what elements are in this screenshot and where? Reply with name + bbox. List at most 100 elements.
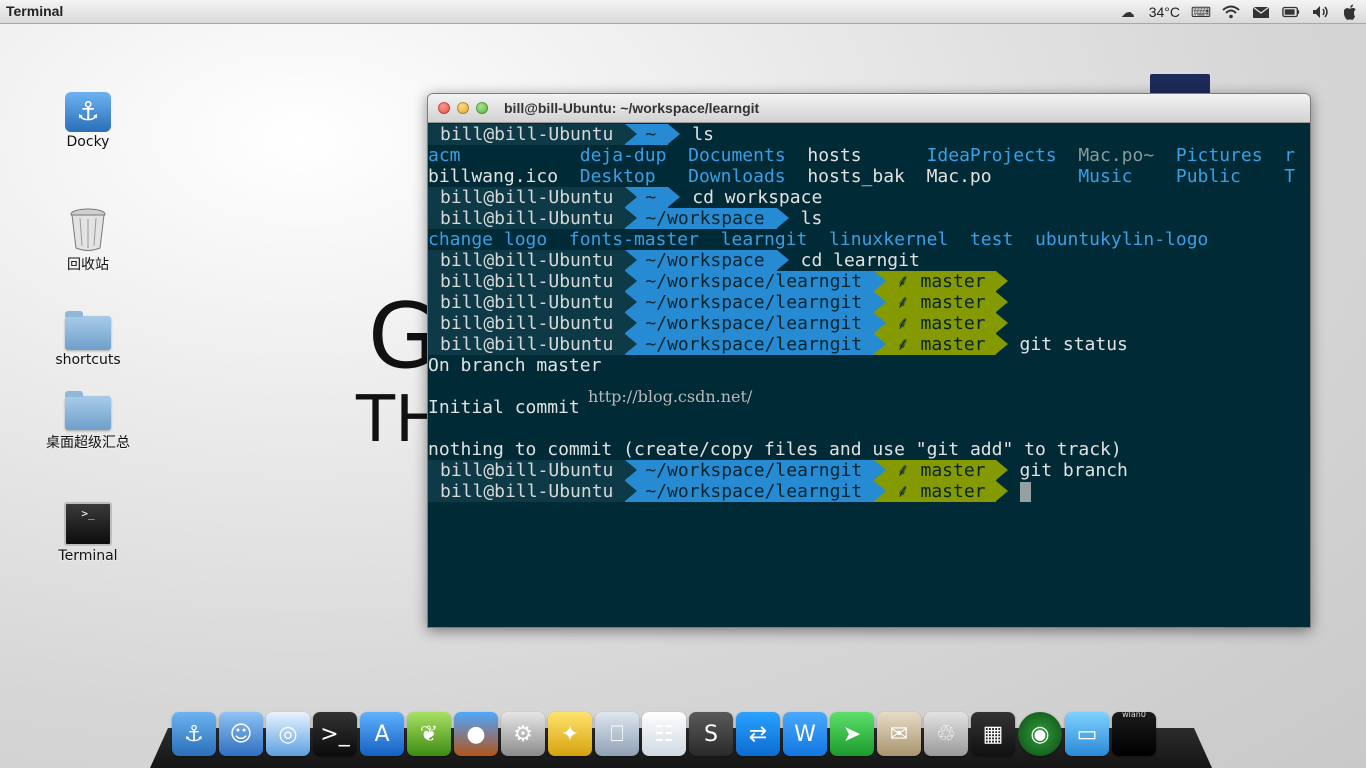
desktop-icon-label: 回收站 — [67, 257, 109, 273]
prompt-dir: ~ — [625, 187, 681, 208]
prompt-user: bill@bill-Ubuntu — [428, 250, 626, 271]
branch-icon: ⸙ — [896, 313, 921, 334]
terminal-icon: >_ — [64, 502, 112, 546]
desktop-icon-summary-folder[interactable]: 桌面超级汇总 — [38, 391, 138, 452]
wifi-icon[interactable] — [1222, 5, 1240, 19]
minimize-button[interactable] — [457, 102, 469, 114]
desktop-icon-label: Terminal — [58, 548, 118, 564]
maximize-button[interactable] — [476, 102, 488, 114]
command-text: cd learngit — [800, 250, 920, 271]
dock-app-store-icon[interactable]: A — [360, 712, 404, 756]
mail-icon[interactable] — [1252, 5, 1270, 19]
output-text: change logo fonts-master learngit linuxk… — [428, 229, 1209, 250]
branch-icon: ⸙ — [896, 334, 921, 355]
prompt-user: bill@bill-Ubuntu — [428, 313, 626, 334]
prompt-git-branch: ⸙ master — [874, 313, 1008, 334]
desktop-icon-terminal[interactable]: >_ Terminal — [38, 502, 138, 564]
prompt-user: bill@bill-Ubuntu — [428, 334, 626, 355]
command-text: git status — [1019, 334, 1128, 355]
dock-terminal-icon[interactable]: >_ — [313, 712, 357, 756]
dock-leaf-icon[interactable]: ❦ — [407, 712, 451, 756]
branch-name: master — [920, 292, 986, 313]
keyboard-icon[interactable]: ⌨ — [1191, 4, 1211, 20]
prompt-user: bill@bill-Ubuntu — [428, 460, 626, 481]
terminal-line: change logo fonts-master learngit linuxk… — [428, 229, 1310, 250]
terminal-line: Initial commit — [428, 397, 1310, 418]
branch-icon: ⸙ — [896, 481, 921, 502]
cursor — [1019, 481, 1031, 502]
dock-finder-icon[interactable]: ☺ — [219, 712, 263, 756]
branch-name: master — [920, 313, 986, 334]
dock-teamviewer-icon[interactable]: ⇄ — [736, 712, 780, 756]
prompt-dir: ~/workspace/learngit — [625, 292, 875, 313]
command-text: cd workspace — [692, 187, 823, 208]
output-text: Initial commit — [428, 397, 580, 418]
branch-name: master — [920, 271, 986, 292]
dock-trash-icon[interactable]: ♲ — [924, 712, 968, 756]
apple-icon[interactable] — [1342, 4, 1360, 20]
terminal-output[interactable]: bill@bill-Ubuntu ~ ls acm deja-dup Document… — [428, 123, 1310, 627]
terminal-line: bill@bill-Ubuntu ~ cd workspace — [428, 187, 1310, 208]
dock-package-icon[interactable]: ✉ — [877, 712, 921, 756]
prompt-git-branch: ⸙ master — [874, 292, 1008, 313]
prompt-git-branch: ⸙ master — [874, 334, 1008, 355]
desktop-icon-docky[interactable]: ⚓ Docky — [38, 92, 138, 150]
output-text: billwang.ico Desktop Downloads hosts_bak… — [428, 166, 1296, 187]
dock-window-icon[interactable]: ▭ — [1065, 712, 1109, 756]
prompt-git-branch: ⸙ master — [874, 271, 1008, 292]
volume-icon[interactable] — [1312, 5, 1330, 19]
dock-document-icon[interactable]: ☷ — [642, 712, 686, 756]
terminal-window[interactable]: bill@bill-Ubuntu: ~/workspace/learngit b… — [427, 93, 1311, 628]
terminal-line: bill@bill-Ubuntu ~/workspace cd learngit — [428, 250, 1310, 271]
active-app-name[interactable]: Terminal — [6, 3, 63, 19]
prompt-user: bill@bill-Ubuntu — [428, 208, 626, 229]
dock-workspace-icon[interactable]: ▦ — [971, 712, 1015, 756]
dock-safari-icon[interactable]: ◎ — [266, 712, 310, 756]
dock-items: ⚓ ☺ ◎ >_ A ❦ ● ⚙ ✦ ⎕ ☷ S ⇄ W ➤ ✉ ♲ ▦ ◉ ▭ wlan0 — [172, 710, 1156, 756]
terminal-line: bill@bill-Ubuntu ~/workspace/learngit ⸙ ma… — [428, 460, 1310, 481]
trash-icon — [68, 206, 108, 252]
terminal-line: bill@bill-Ubuntu ~/workspace/learngit ⸙ ma… — [428, 481, 1310, 502]
prompt-user: bill@bill-Ubuntu — [428, 292, 626, 313]
weather-icon[interactable]: ☁ — [1119, 4, 1137, 20]
dock-computer-icon[interactable]: ⎕ — [595, 712, 639, 756]
command-text: git branch — [1019, 460, 1128, 481]
dock: ⚓ ☺ ◎ >_ A ❦ ● ⚙ ✦ ⎕ ☷ S ⇄ W ➤ ✉ ♲ ▦ ◉ ▭ wlan0 — [150, 710, 1212, 768]
dock-puzzle-icon[interactable]: ✦ — [548, 712, 592, 756]
prompt-user: bill@bill-Ubuntu — [428, 124, 626, 145]
dock-paper-plane-icon[interactable]: ➤ — [830, 712, 874, 756]
prompt-dir: ~/workspace/learngit — [625, 313, 875, 334]
temperature-label[interactable]: 34°C — [1149, 4, 1180, 20]
desktop-icon-shortcuts[interactable]: shortcuts — [38, 311, 138, 368]
terminal-line: billwang.ico Desktop Downloads hosts_bak… — [428, 166, 1310, 187]
folder-icon — [65, 391, 111, 430]
dock-sublime-icon[interactable]: S — [689, 712, 733, 756]
desktop-icon-trash[interactable]: 回收站 — [38, 206, 138, 274]
dock-settings-icon[interactable]: ⚙ — [501, 712, 545, 756]
terminal-line: bill@bill-Ubuntu ~/workspace/learngit ⸙ ma… — [428, 334, 1310, 355]
close-button[interactable] — [438, 102, 450, 114]
terminal-line: bill@bill-Ubuntu ~/workspace/learngit ⸙ ma… — [428, 313, 1310, 334]
network-label: wlan0 — [1122, 710, 1146, 719]
window-titlebar[interactable]: bill@bill-Ubuntu: ~/workspace/learngit — [428, 94, 1310, 123]
dock-globe-icon[interactable]: ● — [454, 712, 498, 756]
branch-icon: ⸙ — [896, 271, 921, 292]
battery-icon[interactable] — [1282, 5, 1300, 19]
terminal-line: acm deja-dup Documents hosts IdeaProject… — [428, 145, 1310, 166]
dock-wps-icon[interactable]: W — [783, 712, 827, 756]
prompt-git-branch: ⸙ master — [874, 481, 1008, 502]
dock-network-icon[interactable]: wlan0 — [1112, 710, 1156, 756]
desktop-icon-label: shortcuts — [55, 352, 121, 368]
wallpaper-logo — [1150, 74, 1210, 94]
dock-radar-icon[interactable]: ◉ — [1018, 712, 1062, 756]
output-text: nothing to commit (create/copy files and… — [428, 439, 1122, 460]
system-tray: ☁ 34°C ⌨ — [1119, 2, 1360, 22]
prompt-user: bill@bill-Ubuntu — [428, 187, 626, 208]
terminal-lines: bill@bill-Ubuntu ~ ls acm deja-dup Document… — [428, 124, 1310, 502]
prompt-dir: ~/workspace — [625, 250, 789, 271]
desktop-icon-label: 桌面超级汇总 — [46, 435, 130, 451]
anchor-icon: ⚓ — [65, 92, 111, 132]
window-title: bill@bill-Ubuntu: ~/workspace/learngit — [504, 100, 760, 116]
dock-anchor-icon[interactable]: ⚓ — [172, 712, 216, 756]
